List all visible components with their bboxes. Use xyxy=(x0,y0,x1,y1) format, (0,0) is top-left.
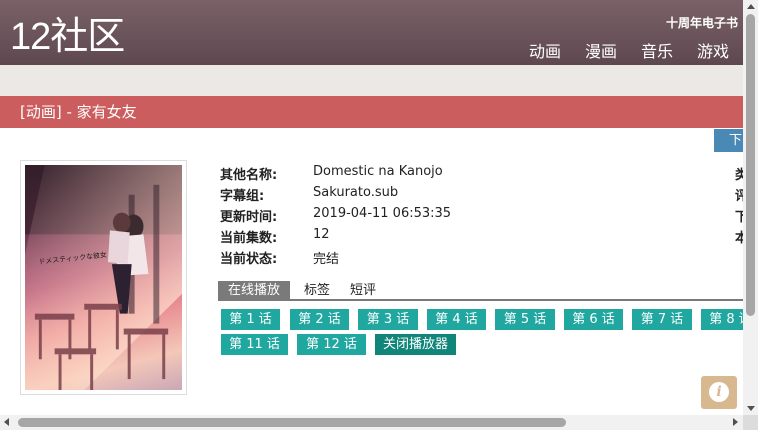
info-label: 当前状态: xyxy=(220,252,278,267)
side-label: 本 xyxy=(735,231,743,246)
sub-header-band xyxy=(0,65,743,96)
side-label: 下 xyxy=(735,210,743,225)
site-logo[interactable]: 12社区 xyxy=(10,14,125,60)
side-label: 评 xyxy=(735,189,743,204)
info-value: Domestic na Kanojo xyxy=(313,164,443,179)
info-label: 字幕组: xyxy=(220,189,265,204)
info-row: 当前状态: 完结 xyxy=(220,248,451,269)
info-label: 当前集数: xyxy=(220,231,278,246)
episode-button[interactable]: 第 1 话 xyxy=(221,309,280,330)
side-label: 类 xyxy=(735,168,743,183)
info-row: 更新时间: 2019-04-11 06:53:35 xyxy=(220,206,451,227)
scroll-up-icon[interactable] xyxy=(747,4,755,9)
site-header: 12社区 十周年电子书 动画 漫画 音乐 游戏 xyxy=(0,0,743,65)
download-button[interactable]: 下 xyxy=(714,129,743,152)
episode-button[interactable]: 第 7 话 xyxy=(632,309,692,330)
episode-button[interactable]: 第 5 话 xyxy=(495,309,555,330)
info-button[interactable]: i xyxy=(701,376,737,409)
info-value: Sakurato.sub xyxy=(313,185,399,200)
side-info-column: 类 评 下 本 xyxy=(735,164,743,248)
info-label: 更新时间: xyxy=(220,210,278,225)
main-nav: 动画 漫画 音乐 游戏 xyxy=(529,38,729,62)
nav-item-games[interactable]: 游戏 xyxy=(697,38,729,62)
promo-link[interactable]: 十周年电子书 xyxy=(666,14,738,31)
scroll-right-icon[interactable] xyxy=(733,418,738,426)
info-value: 12 xyxy=(313,227,330,242)
poster-frame: ドメスティックな彼女 xyxy=(20,160,187,395)
scrollbar-corner xyxy=(743,415,758,430)
info-value: 完结 xyxy=(313,252,340,267)
nav-item-music[interactable]: 音乐 xyxy=(641,38,673,62)
episode-button[interactable]: 第 12 话 xyxy=(297,334,366,355)
poster-illustration: ドメスティックな彼女 xyxy=(25,165,182,390)
tabs-divider xyxy=(218,299,743,301)
horizontal-scrollbar-thumb[interactable] xyxy=(18,418,566,427)
scroll-left-icon[interactable] xyxy=(4,418,9,426)
info-icon: i xyxy=(709,382,729,402)
close-player-button[interactable]: 关闭播放器 xyxy=(375,334,456,355)
content-tabs: 在线播放 标签 短评 xyxy=(218,281,386,300)
tab-short-reviews[interactable]: 短评 xyxy=(340,281,386,300)
anime-info: 其他名称: Domestic na Kanojo 字幕组: Sakurato.s… xyxy=(220,164,451,269)
info-row: 其他名称: Domestic na Kanojo xyxy=(220,164,451,185)
episode-button[interactable]: 第 4 话 xyxy=(427,309,486,330)
tab-tags[interactable]: 标签 xyxy=(294,281,340,300)
info-row: 字幕组: Sakurato.sub xyxy=(220,185,451,206)
vertical-scrollbar-thumb[interactable] xyxy=(746,14,755,316)
anime-poster-image: ドメスティックな彼女 xyxy=(25,165,182,390)
episode-list: 第 1 话 第 2 话 第 3 话 第 4 话 第 5 话 第 6 话 第 7 … xyxy=(221,309,743,359)
info-label: 其他名称: xyxy=(220,168,278,183)
episode-button[interactable]: 第 2 话 xyxy=(290,309,349,330)
episode-button[interactable]: 第 11 话 xyxy=(221,334,288,355)
episode-button[interactable]: 第 8 话 xyxy=(701,309,743,330)
episode-button[interactable]: 第 6 话 xyxy=(564,309,623,330)
nav-item-manga[interactable]: 漫画 xyxy=(585,38,617,62)
nav-item-anime[interactable]: 动画 xyxy=(529,38,561,62)
page-title: [动画] - 家有女友 xyxy=(0,96,743,128)
info-row: 当前集数: 12 xyxy=(220,227,451,248)
scroll-down-icon[interactable] xyxy=(747,406,755,411)
episode-button[interactable]: 第 3 话 xyxy=(358,309,418,330)
info-value: 2019-04-11 06:53:35 xyxy=(313,206,452,221)
tab-online-play[interactable]: 在线播放 xyxy=(218,281,291,300)
